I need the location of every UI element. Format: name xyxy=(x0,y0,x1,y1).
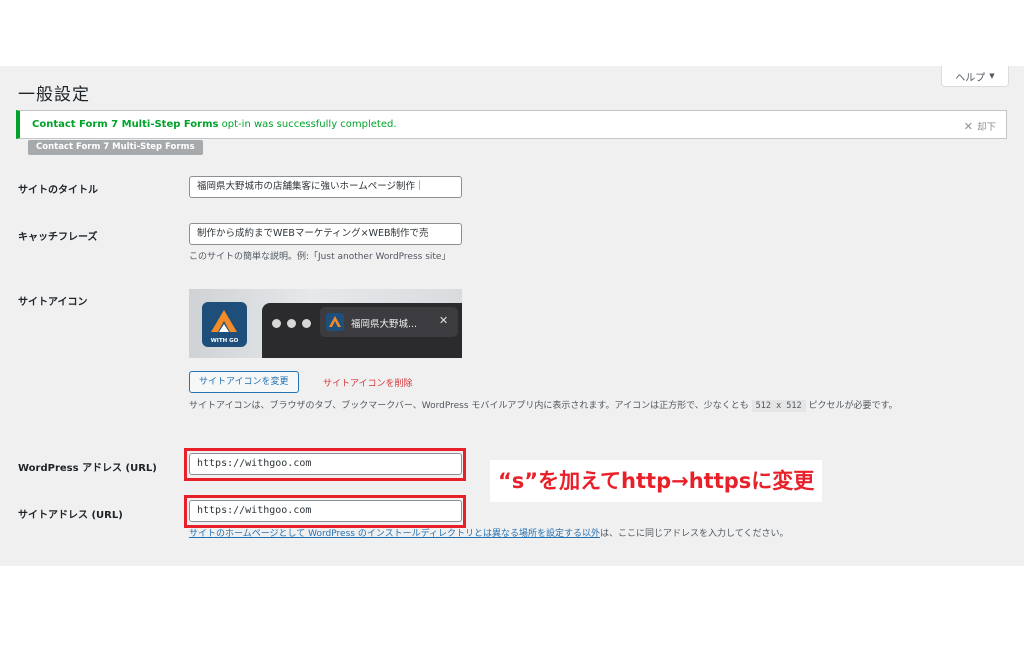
tagline-label: キャッチフレーズ xyxy=(18,232,98,243)
site-icon-preview: WITH GO 福岡県大野城... ✕ xyxy=(189,289,462,358)
tagline-description: このサイトの簡単な説明。例:「Just another WordPress si… xyxy=(189,252,451,262)
notice-message: opt-in was successfully completed. xyxy=(221,119,397,130)
window-dot-icon xyxy=(287,319,296,328)
site-address-description-text: は、ここに同じアドレスを入力してください。 xyxy=(600,529,789,539)
window-dot-icon xyxy=(272,319,281,328)
tagline-input[interactable]: 制作から成約までWEBマーケティング×WEB制作で売 xyxy=(189,223,462,245)
window-dot-icon xyxy=(302,319,311,328)
page-title: 一般設定 xyxy=(18,85,90,105)
site-icon-description-text: サイトアイコンは、ブラウザのタブ、ブックマークバー、WordPress モバイル… xyxy=(189,401,749,411)
site-title-label: サイトのタイトル xyxy=(18,185,98,196)
site-icon-description-end: ピクセルが必要です。 xyxy=(808,401,898,411)
highlight-box-site-address xyxy=(184,495,466,528)
remove-site-icon-link[interactable]: サイトアイコンを削除 xyxy=(323,376,413,389)
dismiss-label: 却下 xyxy=(976,122,996,133)
site-icon-label: サイトアイコン xyxy=(18,297,88,308)
icon-caption: WITH GO xyxy=(211,338,239,344)
site-address-help-link[interactable]: サイトのホームページとして WordPress のインストールディレクトリとは異… xyxy=(189,529,600,539)
browser-preview: 福岡県大野城... ✕ xyxy=(262,303,462,358)
dismiss-button[interactable]: ✕ 却下 xyxy=(963,119,996,134)
plugin-badge: Contact Form 7 Multi-Step Forms xyxy=(28,140,203,155)
annotation-callout: “s”を加えてhttp→httpsに変更 xyxy=(490,460,823,502)
site-icon-image: WITH GO xyxy=(202,302,247,347)
site-address-label: サイトアドレス (URL) xyxy=(18,510,123,521)
notice-text: Contact Form 7 Multi-Step Forms opt-in w… xyxy=(32,119,397,130)
browser-tab: 福岡県大野城... ✕ xyxy=(320,307,458,337)
close-icon: ✕ xyxy=(439,314,449,327)
wp-address-label: WordPress アドレス (URL) xyxy=(18,463,157,474)
help-tab[interactable]: ヘルプ ▼ xyxy=(941,66,1009,87)
site-icon-description: サイトアイコンは、ブラウザのタブ、ブックマークバー、WordPress モバイル… xyxy=(189,399,1009,414)
icon-size-code: 512 x 512 xyxy=(751,400,806,412)
site-address-description: サイトのホームページとして WordPress のインストールディレクトリとは異… xyxy=(189,527,788,542)
tab-title: 福岡県大野城... xyxy=(351,319,418,330)
favicon-icon xyxy=(326,313,344,331)
change-site-icon-button[interactable]: サイトアイコンを変更 xyxy=(189,371,299,393)
success-notice: Contact Form 7 Multi-Step Forms opt-in w… xyxy=(16,110,1007,139)
notice-plugin-name: Contact Form 7 Multi-Step Forms xyxy=(32,119,219,130)
highlight-box-wp-address xyxy=(184,448,466,481)
site-title-input[interactable]: 福岡県大野城市の店舗集客に強いホームページ制作｜ xyxy=(189,176,462,198)
help-label: ヘルプ xyxy=(955,72,986,84)
close-icon: ✕ xyxy=(963,119,973,133)
caret-down-icon: ▼ xyxy=(989,72,995,80)
